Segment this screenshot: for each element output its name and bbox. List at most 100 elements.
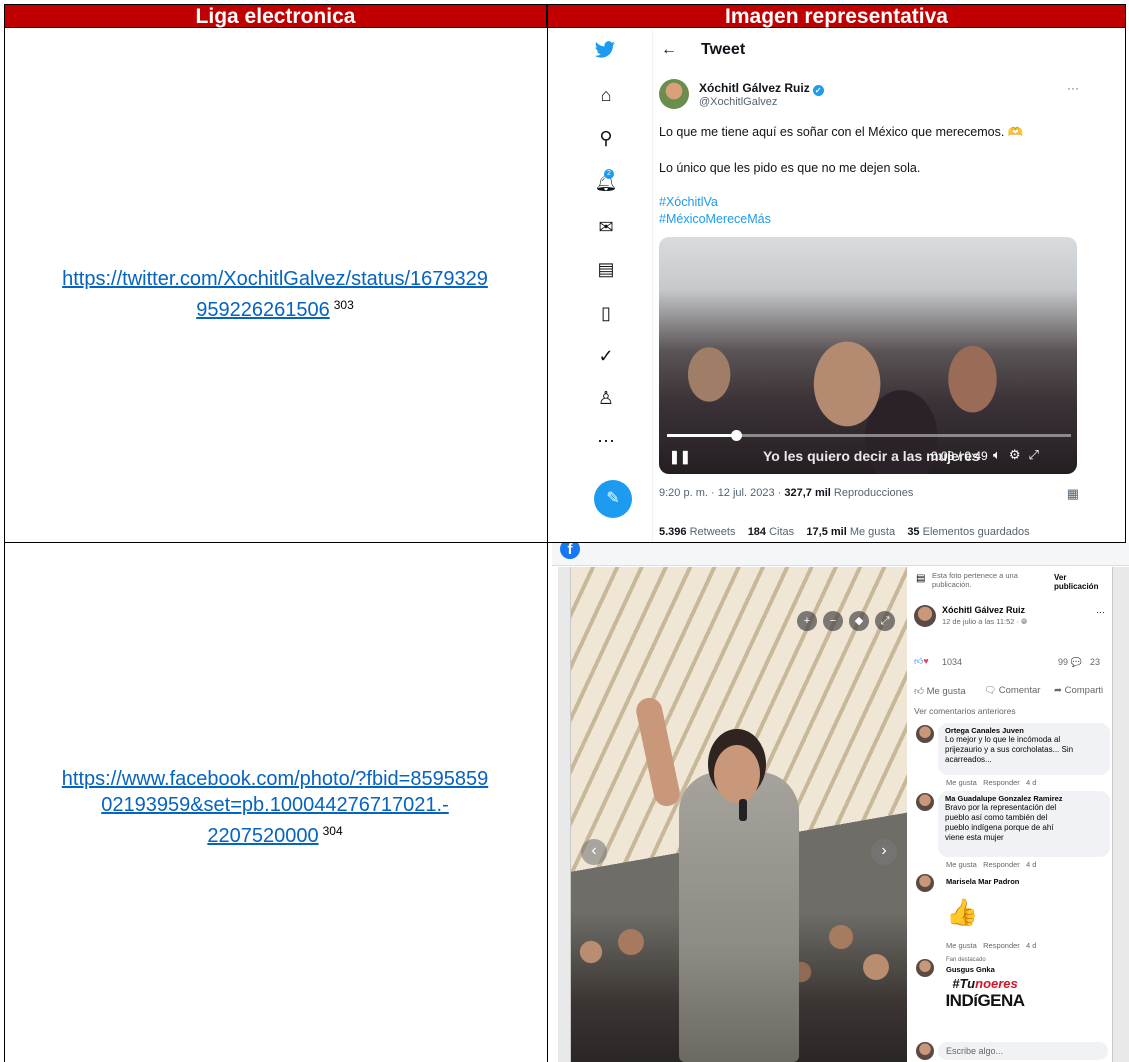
tweet-more-options-icon[interactable]: ···	[1067, 81, 1079, 95]
photo-notice: Esta foto pertenece a una publicación.	[932, 571, 1018, 589]
volume-icon[interactable]: 🔈︎	[993, 447, 1009, 462]
zoom-in-icon[interactable]: +	[797, 611, 817, 631]
globe-icon: 🌐︎	[1021, 617, 1028, 626]
next-photo-button[interactable]: ›	[871, 839, 897, 865]
messages-envelope-icon[interactable]: ✉	[594, 215, 618, 239]
like-button[interactable]: 👍︎ Me gusta	[914, 685, 966, 697]
retweets-count[interactable]: 5.396	[659, 526, 687, 538]
tweet-stats: 5.396 Retweets 184 Citas 17,5 mil Me gus…	[659, 526, 1030, 538]
grid-line-right	[1125, 4, 1126, 542]
view-previous-comments[interactable]: Ver comentarios anteriores	[914, 706, 1016, 716]
facebook-photo: + − ◆ ⤢ ‹ ›	[571, 567, 907, 1062]
hashtag-image: #Tunoeres INDíGENA	[944, 976, 1026, 1038]
author-avatar[interactable]	[659, 79, 689, 109]
expand-icon[interactable]: ⤢	[875, 611, 895, 631]
quotes-count[interactable]: 184	[748, 526, 766, 538]
hashtag-xochitlva[interactable]: #XóchitlVa	[659, 195, 718, 209]
compose-tweet-button[interactable]: ✎	[594, 480, 632, 518]
notice-icon: ▤	[916, 573, 926, 584]
twitter-bird-icon[interactable]	[594, 41, 616, 59]
grid-line-left	[4, 4, 5, 1062]
photo-person-head	[714, 745, 760, 803]
tweet-meta: 9:20 p. m. · 12 jul. 2023 · 327,7 mil Re…	[659, 487, 914, 499]
video-controls-icons[interactable]: 🔈︎⚙⤢	[993, 447, 1047, 463]
verified-check-icon[interactable]: ✓	[594, 344, 618, 368]
comment-meta[interactable]: Me gusta Responder 4 d	[946, 778, 1036, 787]
post-author-name[interactable]: Xóchitl Gálvez Ruiz	[942, 605, 1025, 615]
right-ruler	[1112, 567, 1129, 1062]
grid-line-middle	[547, 4, 548, 1062]
lists-icon[interactable]: ▤	[594, 257, 618, 281]
comment-avatar[interactable]	[916, 793, 934, 811]
facebook-link[interactable]: https://www.facebook.com/photo/?fbid=859…	[62, 768, 488, 847]
reaction-icons[interactable]: 👍︎♥	[914, 656, 929, 667]
notification-count-badge: 2	[604, 169, 614, 179]
comment-avatar[interactable]	[916, 874, 934, 892]
verified-badge-icon: ✓	[812, 85, 824, 96]
twitter-link[interactable]: https://twitter.com/XochitlGalvez/status…	[62, 268, 488, 321]
author-handle[interactable]: @XochitlGalvez	[699, 96, 777, 108]
pause-icon[interactable]: ❚❚	[669, 449, 691, 465]
comment-author[interactable]: Marisela Mar Padron	[946, 877, 1019, 886]
tweet-text-line-2: Lo único que les pido es que no me dejen…	[659, 161, 921, 175]
back-arrow-icon[interactable]: ←	[661, 41, 677, 59]
comment-button[interactable]: 🗨︎ Comentar	[984, 685, 1040, 696]
hashtag-image-line2: INDíGENA	[945, 991, 1025, 1010]
bookmarks-count[interactable]: 35	[907, 526, 919, 538]
comment-author[interactable]: Gusgus Gnka	[946, 965, 995, 974]
shares-count[interactable]: 23	[1090, 657, 1100, 667]
comment-avatar[interactable]	[916, 725, 934, 743]
facebook-link-cell: https://www.facebook.com/photo/?fbid=859…	[5, 766, 545, 849]
hashtag-image-line1: #Tunoeres	[952, 976, 1018, 991]
profile-person-icon[interactable]: ♙	[594, 386, 618, 410]
video-progress-fill	[667, 434, 736, 437]
previous-photo-button[interactable]: ‹	[581, 839, 607, 865]
twitter-sidebar: ⌂ ⚲ 🔔︎ 2 ✉ ▤ ▯ ✓ ♙ ⋯ ✎	[590, 29, 632, 542]
analytics-icon[interactable]: ▦	[1067, 486, 1079, 502]
zoom-out-icon[interactable]: −	[823, 611, 843, 631]
current-user-avatar[interactable]	[916, 1042, 934, 1060]
post-date[interactable]: 12 de julio a las 11:52 · 🌐︎	[942, 617, 1027, 627]
header-liga: Liga electronica	[4, 4, 547, 28]
header-imagen: Imagen representativa	[547, 4, 1126, 28]
likes-count[interactable]: 17,5 mil	[806, 526, 846, 538]
facebook-logo-icon[interactable]: f	[560, 543, 580, 559]
author-name[interactable]: Xóchitl Gálvez Ruiz ✓	[699, 81, 824, 96]
search-icon[interactable]: ⚲	[594, 126, 618, 150]
reactions-count[interactable]: 1034	[942, 657, 962, 667]
video-progress-bar[interactable]	[667, 430, 1071, 441]
video-progress-knob[interactable]	[730, 430, 742, 441]
post-author-avatar[interactable]	[914, 605, 936, 627]
view-post-link[interactable]: Ver publicación	[1054, 573, 1112, 591]
home-icon[interactable]: ⌂	[594, 83, 618, 107]
comment-meta[interactable]: Me gusta Responder 4 d	[946, 860, 1036, 869]
comment-bubble: Ortega Canales Juven Lo mejor y lo que l…	[938, 723, 1110, 775]
post-options-icon[interactable]: ···	[1096, 607, 1105, 617]
bookmarks-icon[interactable]: ▯	[594, 301, 618, 325]
write-comment-input[interactable]: Escribe algo...	[938, 1042, 1108, 1060]
comment-text: Bravo por la representación del pueblo a…	[945, 803, 1057, 842]
tweet-header-title: Tweet	[701, 41, 746, 58]
facebook-screenshot: f + − ◆ ⤢ ‹ › Esta foto pertenece a una …	[552, 543, 1129, 1062]
comment-text: Lo mejor y lo que le incómoda al prijeza…	[945, 735, 1074, 764]
fan-badge: Fan destacado	[946, 957, 986, 963]
thumbs-up-icon: 👍	[946, 897, 979, 927]
more-circle-icon[interactable]: ⋯	[594, 429, 618, 453]
hashtag-mexicomerecemas[interactable]: #MéxicoMereceMás	[659, 212, 771, 226]
comment-avatar[interactable]	[916, 959, 934, 977]
comment-author[interactable]: Ortega Canales Juven	[945, 726, 1103, 735]
fullscreen-icon[interactable]: ⤢	[1028, 447, 1046, 462]
comment-author[interactable]: Ma Guadalupe Gonzalez Ramirez	[945, 794, 1103, 803]
tweet-video[interactable]: ❚❚ Yo les quiero decir a las mujeres 0:0…	[659, 237, 1077, 474]
video-time: 0:08 / 0:49	[931, 449, 988, 463]
footnote-304: 304	[322, 824, 343, 838]
facebook-topbar: f	[552, 543, 1129, 566]
tweet-detail: ← Tweet Xóchitl Gálvez Ruiz ✓ @XochitlGal…	[652, 29, 1092, 542]
settings-gear-icon[interactable]: ⚙	[1009, 447, 1029, 462]
photo-person-raised-arm	[633, 695, 683, 809]
comments-count[interactable]: 99 💬	[1058, 657, 1082, 668]
tweet-text-line-1: Lo que me tiene aquí es soñar con el Méx…	[659, 125, 1024, 139]
tag-icon[interactable]: ◆	[849, 611, 869, 631]
comment-meta[interactable]: Me gusta Responder 4 d	[946, 941, 1036, 950]
share-button[interactable]: ➦ Comparti	[1054, 685, 1103, 696]
